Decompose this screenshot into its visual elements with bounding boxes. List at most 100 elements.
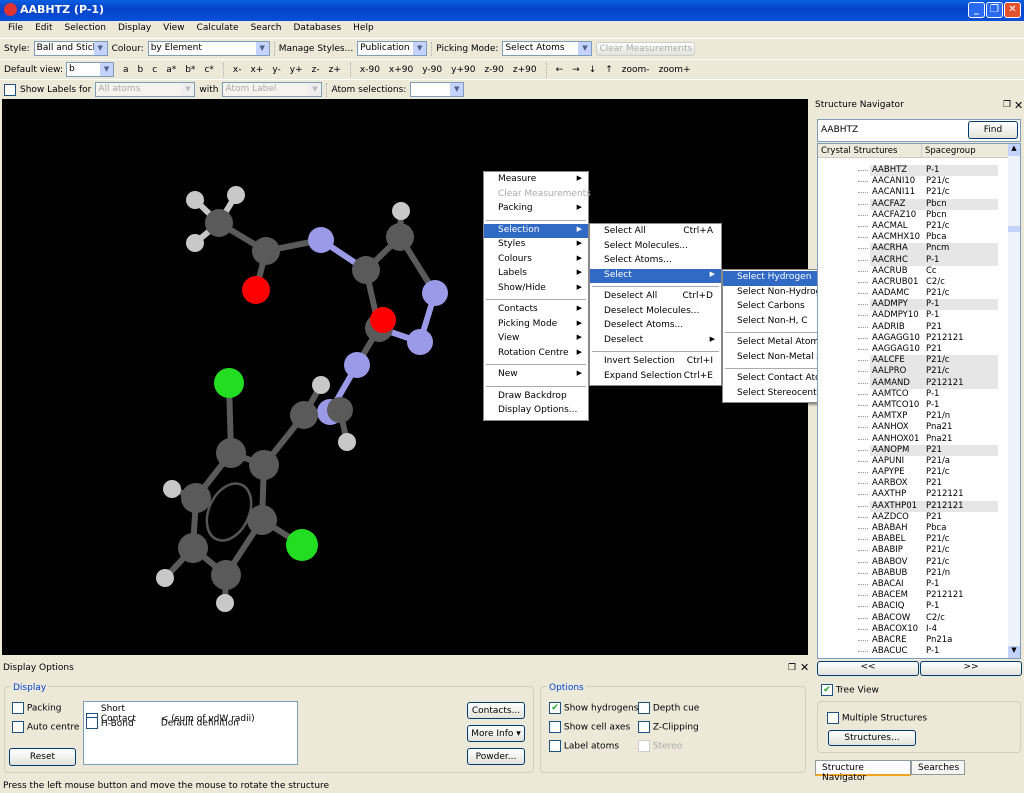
menu-item-contacts[interactable]: Contacts ▶ — [484, 303, 588, 318]
list-item[interactable]: AAMAND P212121 — [818, 377, 1020, 389]
contacts-list[interactable]: Short Contact < (sum of vdW radii) H-Bond… — [83, 701, 298, 765]
list-item[interactable]: AAXTHP01 P212121 — [818, 500, 1020, 512]
scrollbar[interactable]: ▲ ▼ — [1008, 144, 1020, 658]
show-cell-axes-toggle[interactable]: Show cell axes — [549, 721, 630, 733]
menu-search[interactable]: Search — [245, 21, 288, 37]
picking-mode-select[interactable]: Select Atoms ▼ — [502, 41, 593, 56]
multiple-structures-checkbox[interactable] — [827, 712, 839, 724]
view-b-button[interactable]: b — [138, 65, 144, 75]
menu-help[interactable]: Help — [347, 21, 380, 37]
carbon-atom[interactable] — [247, 505, 277, 535]
tree-view-checkbox[interactable]: ✔ — [821, 684, 833, 696]
menu-item-select-all[interactable]: Select All Ctrl+A — [590, 225, 721, 240]
list-item[interactable]: AALCFE P21/c — [818, 355, 1020, 367]
show-hydrogens-checkbox[interactable]: ✔ — [549, 702, 561, 714]
style-select[interactable]: Ball and Stick ▼ — [33, 41, 108, 56]
z-clipping-toggle[interactable]: Z-Clipping — [638, 721, 699, 733]
hydrogen-atom[interactable] — [312, 376, 330, 394]
next-button[interactable]: >> — [920, 661, 1022, 676]
menu-item-picking-mode[interactable]: Picking Mode ▶ — [484, 318, 588, 333]
menu-item-show-hide[interactable]: Show/Hide ▶ — [484, 282, 588, 297]
menu-item-deselect[interactable]: Deselect ▶ — [590, 334, 721, 349]
carbon-atom[interactable] — [386, 223, 414, 251]
list-item[interactable]: AACRUB01 C2/c — [818, 277, 1020, 288]
carbon-atom[interactable] — [290, 401, 318, 429]
rotate-x-minus-90-button[interactable]: x-90 — [360, 65, 380, 75]
chlorine-atom[interactable] — [214, 368, 244, 398]
carbon-atom[interactable] — [216, 438, 246, 468]
menu-item-new[interactable]: New ▶ — [484, 368, 588, 383]
list-item[interactable]: AABHTZ P-1 — [818, 165, 1020, 177]
rotate-z-minus-button[interactable]: z- — [312, 65, 320, 75]
rotate-y-minus-button[interactable]: y- — [272, 65, 280, 75]
menu-edit[interactable]: Edit — [29, 21, 58, 37]
packing-checkbox[interactable] — [12, 702, 24, 714]
menu-item-view[interactable]: View ▶ — [484, 332, 588, 347]
view-a-button[interactable]: a — [123, 65, 129, 75]
list-item[interactable]: AAPYPE P21/c — [818, 467, 1020, 478]
zoom-out-button[interactable]: zoom- — [622, 65, 650, 75]
menu-item-deselect-molecules[interactable]: Deselect Molecules... — [590, 305, 721, 320]
arrow-down-icon[interactable]: ↓ — [589, 65, 597, 75]
show-labels-checkbox[interactable] — [4, 83, 16, 96]
tree-view-toggle[interactable]: ✔ Tree View — [821, 684, 879, 696]
list-item[interactable]: AAGAGG10 P212121 — [818, 333, 1020, 344]
hydrogen-atom[interactable] — [338, 433, 356, 451]
menu-item-select-atoms[interactable]: Select Atoms... — [590, 254, 721, 269]
scroll-up-icon[interactable]: ▲ — [1008, 144, 1020, 156]
menu-item-selection[interactable]: Selection ▶ — [484, 223, 588, 238]
oxygen-atom[interactable] — [370, 307, 396, 333]
stereo-checkbox[interactable] — [638, 740, 650, 752]
chlorine-atom[interactable] — [286, 529, 318, 561]
nitrogen-atom[interactable] — [308, 227, 334, 253]
list-item[interactable]: AALPRO P21/c — [818, 366, 1020, 378]
menu-databases[interactable]: Databases — [288, 21, 348, 37]
list-item[interactable]: AAXTHP P212121 — [818, 489, 1020, 500]
nitrogen-atom[interactable] — [422, 280, 448, 306]
list-item[interactable]: ABABOV P21/c — [818, 557, 1020, 568]
view-b-star-button[interactable]: b* — [185, 65, 195, 75]
hydrogen-atom[interactable] — [392, 202, 410, 220]
manage-styles-select[interactable]: Publication ▼ — [357, 41, 428, 56]
menu-item-styles[interactable]: Styles ▶ — [484, 238, 588, 253]
rotate-y-plus-button[interactable]: y+ — [290, 65, 303, 75]
carbon-atom[interactable] — [205, 209, 233, 237]
carbon-atom[interactable] — [181, 483, 211, 513]
view-c-button[interactable]: c — [152, 65, 157, 75]
nitrogen-atom[interactable] — [407, 329, 433, 355]
menu-item-display-options[interactable]: Display Options... — [484, 404, 588, 419]
rotate-x-plus-button[interactable]: x+ — [250, 65, 263, 75]
manage-styles-button[interactable]: Manage Styles... — [279, 44, 354, 54]
list-item[interactable]: AACMHX10 Pbca — [818, 232, 1020, 243]
menu-item-rotation-centre[interactable]: Rotation Centre ▶ — [484, 347, 588, 362]
contact-row[interactable]: Short Contact < (sum of vdW radii) — [86, 704, 295, 725]
list-item[interactable]: AACRHC P-1 — [818, 254, 1020, 266]
z-clipping-checkbox[interactable] — [638, 721, 650, 733]
menu-item-invert-selection[interactable]: Invert Selection Ctrl+I — [590, 355, 721, 370]
tab-structure-navigator[interactable]: Structure Navigator — [815, 760, 911, 783]
list-item[interactable]: AACRHA Pncm — [818, 243, 1020, 255]
show-cell-axes-checkbox[interactable] — [549, 721, 561, 733]
list-item[interactable]: AANHOX Pna21 — [818, 422, 1020, 433]
maximize-button[interactable]: ❐ — [986, 2, 1003, 18]
rotate-z-plus-button[interactable]: z+ — [329, 65, 341, 75]
minimize-button[interactable]: _ — [968, 2, 985, 18]
contact-row[interactable]: H-Bond Default definition — [86, 717, 295, 730]
menu-item-deselect-atoms[interactable]: Deselect Atoms... — [590, 319, 721, 334]
nitrogen-atom[interactable] — [344, 352, 370, 378]
menu-item-measure[interactable]: Measure ▶ — [484, 173, 588, 188]
list-item[interactable]: AANOPM P21 — [818, 444, 1020, 456]
previous-button[interactable]: << — [817, 661, 919, 676]
oxygen-atom[interactable] — [242, 276, 270, 304]
contacts-button[interactable]: Contacts... — [467, 702, 525, 719]
list-item[interactable]: AADMPY P-1 — [818, 299, 1020, 311]
list-item[interactable]: AADMPY10 P-1 — [818, 310, 1020, 321]
list-item[interactable]: ABACRE Pn21a — [818, 635, 1020, 646]
menu-item-draw-backdrop[interactable]: Draw Backdrop — [484, 390, 588, 405]
menu-view[interactable]: View — [157, 21, 190, 37]
list-item[interactable]: AACANI11 P21/c — [818, 187, 1020, 198]
menu-item-deselect-all[interactable]: Deselect All Ctrl+D — [590, 290, 721, 305]
colour-select[interactable]: by Element ▼ — [147, 41, 270, 56]
list-item[interactable]: ABACUC P-1 — [818, 646, 1020, 657]
stereo-toggle[interactable]: Stereo — [638, 740, 682, 752]
